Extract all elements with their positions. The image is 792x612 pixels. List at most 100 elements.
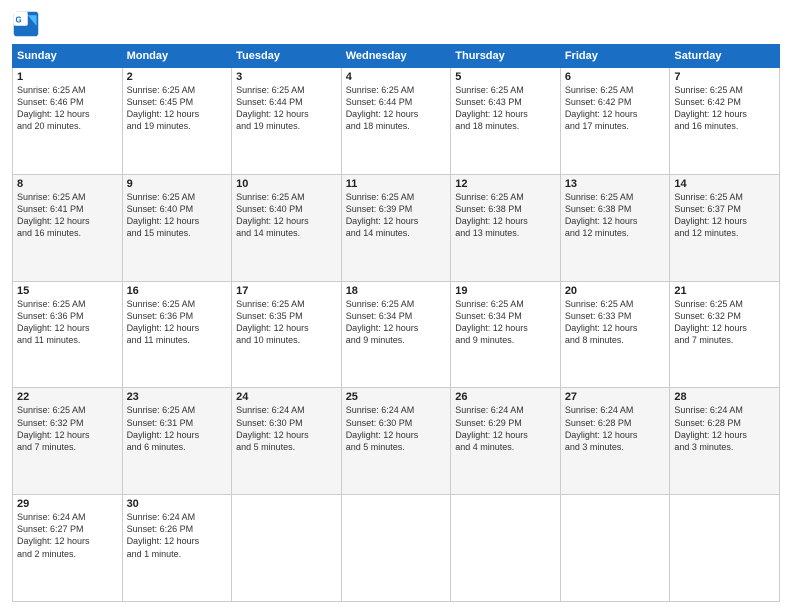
- calendar-cell: 22 Sunrise: 6:25 AMSunset: 6:32 PMDaylig…: [13, 388, 123, 495]
- calendar-cell: 24 Sunrise: 6:24 AMSunset: 6:30 PMDaylig…: [232, 388, 342, 495]
- calendar-cell: [560, 495, 670, 602]
- calendar-cell: 17 Sunrise: 6:25 AMSunset: 6:35 PMDaylig…: [232, 281, 342, 388]
- day-info: Sunrise: 6:25 AMSunset: 6:35 PMDaylight:…: [236, 299, 309, 345]
- day-number: 6: [565, 71, 666, 83]
- day-number: 12: [455, 178, 556, 190]
- day-number: 22: [17, 391, 118, 403]
- day-number: 26: [455, 391, 556, 403]
- day-number: 3: [236, 71, 337, 83]
- calendar-cell: 30 Sunrise: 6:24 AMSunset: 6:26 PMDaylig…: [122, 495, 232, 602]
- col-header-saturday: Saturday: [670, 45, 780, 68]
- day-info: Sunrise: 6:25 AMSunset: 6:40 PMDaylight:…: [127, 192, 200, 238]
- calendar-cell: 21 Sunrise: 6:25 AMSunset: 6:32 PMDaylig…: [670, 281, 780, 388]
- day-info: Sunrise: 6:24 AMSunset: 6:27 PMDaylight:…: [17, 512, 90, 558]
- day-info: Sunrise: 6:25 AMSunset: 6:36 PMDaylight:…: [127, 299, 200, 345]
- day-info: Sunrise: 6:25 AMSunset: 6:31 PMDaylight:…: [127, 405, 200, 451]
- day-info: Sunrise: 6:25 AMSunset: 6:43 PMDaylight:…: [455, 85, 528, 131]
- day-number: 5: [455, 71, 556, 83]
- day-number: 30: [127, 498, 228, 510]
- day-info: Sunrise: 6:25 AMSunset: 6:32 PMDaylight:…: [17, 405, 90, 451]
- day-number: 28: [674, 391, 775, 403]
- calendar-cell: 29 Sunrise: 6:24 AMSunset: 6:27 PMDaylig…: [13, 495, 123, 602]
- day-info: Sunrise: 6:25 AMSunset: 6:33 PMDaylight:…: [565, 299, 638, 345]
- day-info: Sunrise: 6:25 AMSunset: 6:44 PMDaylight:…: [236, 85, 309, 131]
- day-info: Sunrise: 6:24 AMSunset: 6:28 PMDaylight:…: [565, 405, 638, 451]
- calendar-table: SundayMondayTuesdayWednesdayThursdayFrid…: [12, 44, 780, 602]
- day-number: 4: [346, 71, 447, 83]
- day-info: Sunrise: 6:24 AMSunset: 6:26 PMDaylight:…: [127, 512, 200, 558]
- calendar-cell: 15 Sunrise: 6:25 AMSunset: 6:36 PMDaylig…: [13, 281, 123, 388]
- day-number: 7: [674, 71, 775, 83]
- calendar-cell: 20 Sunrise: 6:25 AMSunset: 6:33 PMDaylig…: [560, 281, 670, 388]
- page: G SundayMondayTuesdayWednesdayThursdayFr…: [0, 0, 792, 612]
- day-info: Sunrise: 6:24 AMSunset: 6:30 PMDaylight:…: [236, 405, 309, 451]
- calendar-cell: 7 Sunrise: 6:25 AMSunset: 6:42 PMDayligh…: [670, 68, 780, 175]
- day-info: Sunrise: 6:24 AMSunset: 6:29 PMDaylight:…: [455, 405, 528, 451]
- col-header-wednesday: Wednesday: [341, 45, 451, 68]
- calendar-cell: [232, 495, 342, 602]
- day-number: 14: [674, 178, 775, 190]
- calendar-cell: [341, 495, 451, 602]
- day-info: Sunrise: 6:25 AMSunset: 6:37 PMDaylight:…: [674, 192, 747, 238]
- col-header-thursday: Thursday: [451, 45, 561, 68]
- day-number: 8: [17, 178, 118, 190]
- day-number: 2: [127, 71, 228, 83]
- calendar-cell: 16 Sunrise: 6:25 AMSunset: 6:36 PMDaylig…: [122, 281, 232, 388]
- day-number: 23: [127, 391, 228, 403]
- logo-icon: G: [12, 10, 40, 38]
- calendar-cell: 6 Sunrise: 6:25 AMSunset: 6:42 PMDayligh…: [560, 68, 670, 175]
- calendar-cell: 13 Sunrise: 6:25 AMSunset: 6:38 PMDaylig…: [560, 174, 670, 281]
- calendar-cell: 12 Sunrise: 6:25 AMSunset: 6:38 PMDaylig…: [451, 174, 561, 281]
- calendar-cell: 18 Sunrise: 6:25 AMSunset: 6:34 PMDaylig…: [341, 281, 451, 388]
- col-header-tuesday: Tuesday: [232, 45, 342, 68]
- calendar-cell: 14 Sunrise: 6:25 AMSunset: 6:37 PMDaylig…: [670, 174, 780, 281]
- day-info: Sunrise: 6:25 AMSunset: 6:42 PMDaylight:…: [674, 85, 747, 131]
- day-info: Sunrise: 6:25 AMSunset: 6:45 PMDaylight:…: [127, 85, 200, 131]
- calendar-cell: 8 Sunrise: 6:25 AMSunset: 6:41 PMDayligh…: [13, 174, 123, 281]
- calendar-cell: 10 Sunrise: 6:25 AMSunset: 6:40 PMDaylig…: [232, 174, 342, 281]
- day-number: 10: [236, 178, 337, 190]
- day-info: Sunrise: 6:25 AMSunset: 6:32 PMDaylight:…: [674, 299, 747, 345]
- day-number: 13: [565, 178, 666, 190]
- day-info: Sunrise: 6:25 AMSunset: 6:38 PMDaylight:…: [565, 192, 638, 238]
- calendar-cell: 11 Sunrise: 6:25 AMSunset: 6:39 PMDaylig…: [341, 174, 451, 281]
- day-info: Sunrise: 6:25 AMSunset: 6:44 PMDaylight:…: [346, 85, 419, 131]
- calendar-cell: 23 Sunrise: 6:25 AMSunset: 6:31 PMDaylig…: [122, 388, 232, 495]
- day-number: 17: [236, 285, 337, 297]
- calendar-cell: 1 Sunrise: 6:25 AMSunset: 6:46 PMDayligh…: [13, 68, 123, 175]
- day-number: 20: [565, 285, 666, 297]
- day-number: 11: [346, 178, 447, 190]
- day-info: Sunrise: 6:25 AMSunset: 6:42 PMDaylight:…: [565, 85, 638, 131]
- day-info: Sunrise: 6:25 AMSunset: 6:38 PMDaylight:…: [455, 192, 528, 238]
- day-info: Sunrise: 6:24 AMSunset: 6:30 PMDaylight:…: [346, 405, 419, 451]
- day-number: 27: [565, 391, 666, 403]
- calendar-cell: 25 Sunrise: 6:24 AMSunset: 6:30 PMDaylig…: [341, 388, 451, 495]
- svg-text:G: G: [16, 15, 22, 24]
- calendar-cell: 9 Sunrise: 6:25 AMSunset: 6:40 PMDayligh…: [122, 174, 232, 281]
- day-number: 15: [17, 285, 118, 297]
- day-number: 21: [674, 285, 775, 297]
- col-header-friday: Friday: [560, 45, 670, 68]
- calendar-cell: 3 Sunrise: 6:25 AMSunset: 6:44 PMDayligh…: [232, 68, 342, 175]
- calendar-cell: 28 Sunrise: 6:24 AMSunset: 6:28 PMDaylig…: [670, 388, 780, 495]
- calendar-cell: 19 Sunrise: 6:25 AMSunset: 6:34 PMDaylig…: [451, 281, 561, 388]
- day-number: 1: [17, 71, 118, 83]
- calendar-cell: 27 Sunrise: 6:24 AMSunset: 6:28 PMDaylig…: [560, 388, 670, 495]
- calendar-cell: 2 Sunrise: 6:25 AMSunset: 6:45 PMDayligh…: [122, 68, 232, 175]
- col-header-sunday: Sunday: [13, 45, 123, 68]
- calendar-cell: 4 Sunrise: 6:25 AMSunset: 6:44 PMDayligh…: [341, 68, 451, 175]
- day-number: 16: [127, 285, 228, 297]
- day-info: Sunrise: 6:25 AMSunset: 6:40 PMDaylight:…: [236, 192, 309, 238]
- calendar-cell: 26 Sunrise: 6:24 AMSunset: 6:29 PMDaylig…: [451, 388, 561, 495]
- day-number: 19: [455, 285, 556, 297]
- day-number: 24: [236, 391, 337, 403]
- calendar-cell: [451, 495, 561, 602]
- day-number: 29: [17, 498, 118, 510]
- day-number: 25: [346, 391, 447, 403]
- day-info: Sunrise: 6:25 AMSunset: 6:39 PMDaylight:…: [346, 192, 419, 238]
- col-header-monday: Monday: [122, 45, 232, 68]
- day-info: Sunrise: 6:25 AMSunset: 6:36 PMDaylight:…: [17, 299, 90, 345]
- day-info: Sunrise: 6:24 AMSunset: 6:28 PMDaylight:…: [674, 405, 747, 451]
- calendar-cell: 5 Sunrise: 6:25 AMSunset: 6:43 PMDayligh…: [451, 68, 561, 175]
- day-info: Sunrise: 6:25 AMSunset: 6:34 PMDaylight:…: [455, 299, 528, 345]
